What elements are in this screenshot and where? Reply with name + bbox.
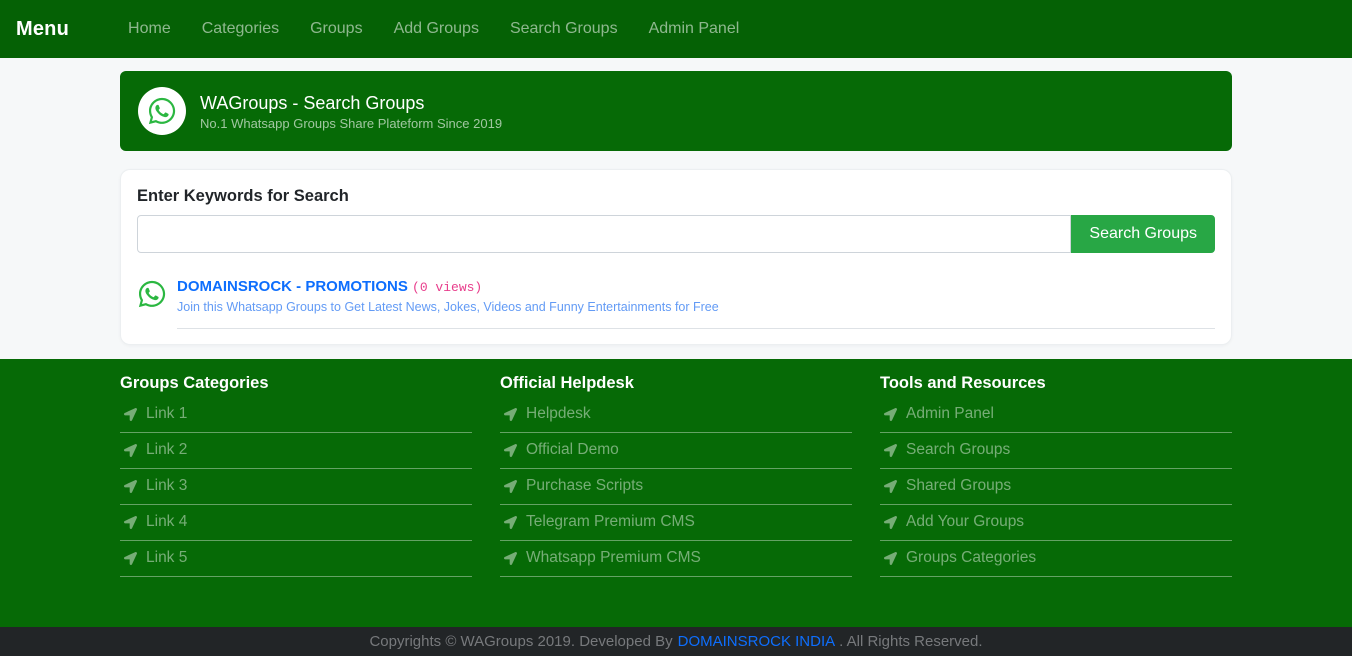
nav-link-categories[interactable]: Categories: [194, 12, 287, 46]
copyright-text-prefix: Copyrights © WAGroups 2019. Developed By: [369, 633, 673, 650]
group-description-link[interactable]: Join this Whatsapp Groups to Get Latest …: [177, 300, 719, 314]
search-groups-button[interactable]: Search Groups: [1071, 215, 1215, 253]
footer-link-purchase-scripts[interactable]: Purchase Scripts: [500, 469, 852, 505]
location-arrow-icon: [884, 479, 897, 493]
page-footer: Groups Categories Link 1 Link 2 Link 3 L…: [0, 359, 1352, 627]
footer-link-label: Link 2: [146, 441, 188, 458]
footer-link-label: Link 5: [146, 549, 188, 566]
footer-link-admin-panel[interactable]: Admin Panel: [880, 397, 1232, 433]
location-arrow-icon: [884, 515, 897, 529]
banner-text: WAGroups - Search Groups No.1 Whatsapp G…: [200, 92, 502, 131]
location-arrow-icon: [124, 551, 137, 565]
footer-link-list: Admin Panel Search Groups Shared Groups …: [880, 397, 1232, 577]
footer-link-label: Whatsapp Premium CMS: [526, 549, 701, 566]
group-views-count: (0 views): [412, 280, 483, 295]
footer-link-add-your-groups[interactable]: Add Your Groups: [880, 505, 1232, 541]
search-label: Enter Keywords for Search: [137, 187, 349, 205]
result-divider: [177, 328, 1215, 329]
footer-link-label: Add Your Groups: [906, 513, 1025, 530]
footer-column-title: Official Helpdesk: [500, 374, 634, 392]
footer-column-title: Groups Categories: [120, 374, 269, 392]
footer-link-helpdesk[interactable]: Helpdesk: [500, 397, 852, 433]
footer-column-official-helpdesk: Official Helpdesk Helpdesk Official Demo…: [500, 374, 852, 577]
footer-link-label: Search Groups: [906, 441, 1011, 458]
footer-link-label: Link 4: [146, 513, 188, 530]
location-arrow-icon: [504, 479, 517, 493]
footer-column-tools-and-resources: Tools and Resources Admin Panel Search G…: [880, 374, 1232, 577]
top-navbar: Menu Home Categories Groups Add Groups Searc…: [0, 0, 1352, 58]
footer-link-groups-categories[interactable]: Groups Categories: [880, 541, 1232, 577]
whatsapp-icon: [138, 87, 186, 135]
footer-link-label: Official Demo: [526, 441, 619, 458]
banner-subtitle: No.1 Whatsapp Groups Share Plateform Sin…: [200, 115, 503, 131]
location-arrow-icon: [504, 551, 517, 565]
footer-column-title: Tools and Resources: [880, 374, 1046, 392]
nav-links: Home Categories Groups Add Groups Search Gro…: [120, 12, 762, 46]
footer-link-label: Purchase Scripts: [526, 477, 644, 494]
search-card: Enter Keywords for Search Search Groups …: [120, 169, 1232, 345]
footer-link-label: Link 3: [146, 477, 188, 494]
group-title-link[interactable]: DOMAINSROCK - PROMOTIONS: [177, 278, 408, 295]
footer-link-label: Telegram Premium CMS: [526, 513, 695, 530]
nav-link-groups[interactable]: Groups: [302, 12, 370, 46]
footer-link-label: Admin Panel: [906, 405, 994, 422]
nav-link-search-groups[interactable]: Search Groups: [502, 12, 626, 46]
navbar-brand[interactable]: Menu: [16, 18, 69, 41]
location-arrow-icon: [124, 443, 137, 457]
nav-link-add-groups[interactable]: Add Groups: [386, 12, 487, 46]
location-arrow-icon: [884, 407, 897, 421]
location-arrow-icon: [504, 407, 517, 421]
footer-link-official-demo[interactable]: Official Demo: [500, 433, 852, 469]
location-arrow-icon: [504, 515, 517, 529]
location-arrow-icon: [884, 551, 897, 565]
footer-columns: Groups Categories Link 1 Link 2 Link 3 L…: [120, 374, 1232, 577]
footer-link-label: Groups Categories: [906, 549, 1037, 566]
footer-link-search-groups[interactable]: Search Groups: [880, 433, 1232, 469]
footer-link-telegram-premium-cms[interactable]: Telegram Premium CMS: [500, 505, 852, 541]
location-arrow-icon: [124, 515, 137, 529]
page-header-banner: WAGroups - Search Groups No.1 Whatsapp G…: [120, 71, 1232, 151]
footer-link-shared-groups[interactable]: Shared Groups: [880, 469, 1232, 505]
location-arrow-icon: [504, 443, 517, 457]
search-input-group: Search Groups: [137, 215, 1215, 253]
footer-link-link-4[interactable]: Link 4: [120, 505, 472, 541]
result-title-row: DOMAINSROCK - PROMOTIONS (0 views): [177, 279, 1215, 296]
copyright-text-suffix: . All Rights Reserved.: [839, 633, 983, 650]
location-arrow-icon: [884, 443, 897, 457]
nav-link-home[interactable]: Home: [120, 12, 179, 46]
location-arrow-icon: [124, 407, 137, 421]
footer-link-link-3[interactable]: Link 3: [120, 469, 472, 505]
banner-title: WAGroups - Search Groups: [200, 92, 425, 113]
footer-link-link-1[interactable]: Link 1: [120, 397, 472, 433]
footer-link-list: Helpdesk Official Demo Purchase Scripts …: [500, 397, 852, 577]
footer-link-label: Helpdesk: [526, 405, 591, 422]
result-body: DOMAINSROCK - PROMOTIONS (0 views) Join …: [177, 279, 1215, 329]
group-result-item: DOMAINSROCK - PROMOTIONS (0 views) Join …: [137, 279, 1215, 329]
domainsrock-india-link[interactable]: DOMAINSROCK INDIA: [678, 633, 836, 650]
whatsapp-icon: [137, 279, 167, 309]
search-input[interactable]: [137, 215, 1072, 253]
footer-link-whatsapp-premium-cms[interactable]: Whatsapp Premium CMS: [500, 541, 852, 577]
footer-link-link-2[interactable]: Link 2: [120, 433, 472, 469]
footer-column-groups-categories: Groups Categories Link 1 Link 2 Link 3 L…: [120, 374, 472, 577]
nav-link-admin-panel[interactable]: Admin Panel: [641, 12, 748, 46]
footer-link-list: Link 1 Link 2 Link 3 Link 4 Link 5: [120, 397, 472, 577]
footer-link-label: Shared Groups: [906, 477, 1012, 494]
location-arrow-icon: [124, 479, 137, 493]
footer-link-link-5[interactable]: Link 5: [120, 541, 472, 577]
footer-link-label: Link 1: [146, 405, 188, 422]
